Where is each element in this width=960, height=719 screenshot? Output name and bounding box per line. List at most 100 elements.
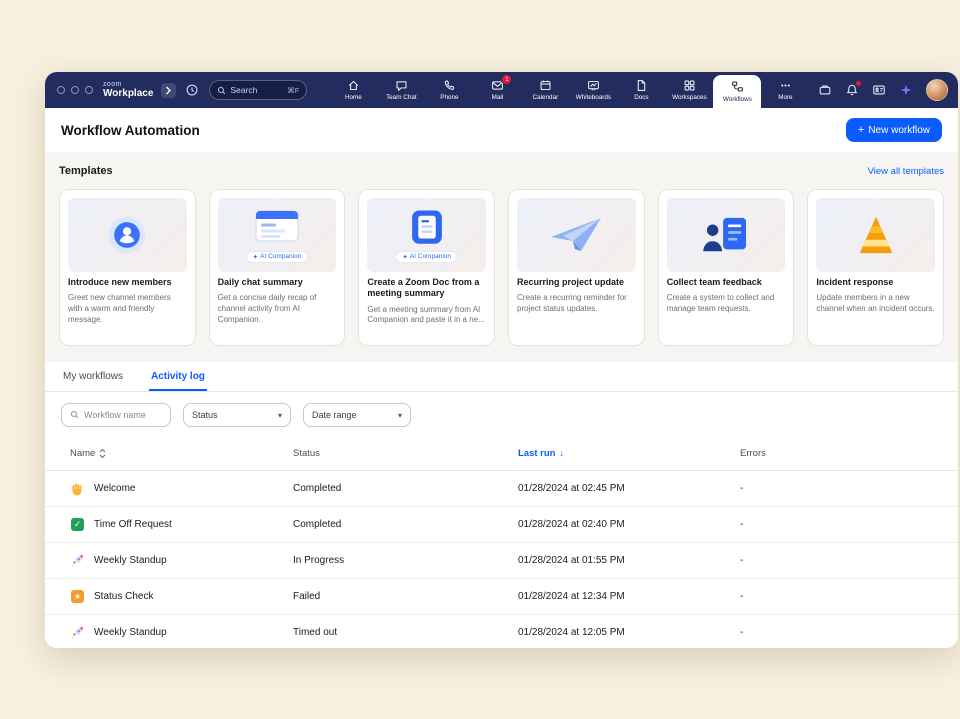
workflow-last-run: 01/28/2024 at 12:34 PM [518,591,740,602]
workflow-errors: - [740,591,942,602]
rocket-icon [70,553,85,568]
template-card-title: Recurring project update [517,277,636,288]
template-card-description: Create a recurring reminder for project … [517,293,636,325]
workflow-name: Time Off Request [94,519,172,530]
nav-label: Workspaces [672,94,707,101]
logo-zoom-text: zoom [103,81,153,89]
search-shortcut: ⌘F [287,86,299,95]
minimize-window-button[interactable] [71,86,79,94]
nav-label: More [778,94,792,101]
workflow-errors: - [740,555,942,566]
star-square-icon [70,589,85,604]
template-card-description: Update members in a new channel when an … [816,293,935,325]
activity-log-table: Name Status Last run Errors Welcome Comp… [45,438,958,649]
table-row-time-off-request[interactable]: Time Off Request Completed 01/28/2024 at… [45,507,958,543]
template-card-title: Introduce new members [68,277,187,288]
nav-item-whiteboards[interactable]: Whiteboards [569,72,617,108]
sidebar-expand-button[interactable] [161,83,176,98]
top-bar: zoom Workplace Search ⌘F Home Team Chat [45,72,958,108]
template-card-title: Incident response [816,277,935,288]
nav-item-phone[interactable]: Phone [425,72,473,108]
chevron-down-icon [278,410,282,420]
workflow-errors: - [740,483,942,494]
template-card-daily-chat-summary[interactable]: AI Companion Daily chat summary Get a co… [209,189,346,346]
briefcase-icon[interactable] [818,83,832,97]
close-window-button[interactable] [57,86,65,94]
templates-section: Templates View all templates Introduce n… [45,152,958,362]
topbar-right-icons [818,72,948,108]
workflow-status: In Progress [293,555,518,566]
workflow-name-search[interactable] [61,403,171,427]
template-card-image [816,198,935,272]
nav-item-workspaces[interactable]: Workspaces [665,72,713,108]
template-card-introduce-members[interactable]: Introduce new members Greet new channel … [59,189,196,346]
ai-companion-label: AI Companion [260,253,301,260]
workflow-name: Status Check [94,591,153,602]
notifications-bell-icon[interactable] [845,83,859,97]
history-button[interactable] [185,83,199,97]
new-workflow-label: New workflow [868,125,930,136]
nav-item-calendar[interactable]: Calendar [521,72,569,108]
nav-item-more[interactable]: More [761,72,809,108]
column-header-errors: Errors [740,448,942,459]
template-card-collect-feedback[interactable]: Collect team feedback Create a system to… [658,189,795,346]
template-card-title: Create a Zoom Doc from a meeting summary [367,277,486,300]
more-icon [779,79,792,92]
workflow-last-run: 01/28/2024 at 02:45 PM [518,483,740,494]
template-card-image [667,198,786,272]
ai-companion-icon[interactable] [899,83,913,97]
workflow-last-run: 01/28/2024 at 01:55 PM [518,555,740,566]
search-placeholder: Search [230,85,257,95]
chat-icon [395,79,408,92]
workflow-name: Weekly Standup [94,627,167,638]
workflow-errors: - [740,627,942,638]
nav-item-workflows[interactable]: Workflows [713,75,761,108]
new-workflow-button[interactable]: New workflow [846,118,942,142]
ai-companion-badge: AI Companion [395,251,458,263]
status-filter-dropdown[interactable]: Status [183,403,291,427]
rocket-icon [70,625,85,640]
column-header-name[interactable]: Name [70,448,293,459]
view-all-templates-link[interactable]: View all templates [868,166,944,177]
user-avatar[interactable] [926,79,948,101]
templates-heading: Templates [59,165,113,177]
nav-item-docs[interactable]: Docs [617,72,665,108]
history-icon [185,83,199,97]
table-row-weekly-standup-2[interactable]: Weekly Standup Timed out 01/28/2024 at 1… [45,615,958,649]
paper-plane-icon [547,214,605,256]
tab-activity-log[interactable]: Activity log [149,362,207,391]
ai-companion-label: AI Companion [410,253,451,260]
nav-label: Team Chat [386,94,416,101]
column-header-last-run[interactable]: Last run [518,448,740,459]
table-row-welcome[interactable]: Welcome Completed 01/28/2024 at 02:45 PM… [45,471,958,507]
template-cards: Introduce new members Greet new channel … [59,189,944,346]
sort-icon [99,448,106,459]
global-search-input[interactable]: Search ⌘F [209,80,307,100]
template-card-incident-response[interactable]: Incident response Update members in a ne… [807,189,944,346]
sparkle-icon [253,253,258,261]
nav-item-home[interactable]: Home [329,72,377,108]
maximize-window-button[interactable] [85,86,93,94]
table-row-status-check[interactable]: Status Check Failed 01/28/2024 at 12:34 … [45,579,958,615]
date-range-filter-dropdown[interactable]: Date range [303,403,411,427]
template-card-image [517,198,636,272]
workflow-name-input[interactable] [84,410,162,420]
template-card-recurring-update[interactable]: Recurring project update Create a recurr… [508,189,645,346]
chevron-down-icon [398,410,402,420]
filters-row: Status Date range [45,392,958,438]
template-card-zoom-doc[interactable]: AI Companion Create a Zoom Doc from a me… [358,189,495,346]
nav-item-mail[interactable]: 1 Mail [473,72,521,108]
notification-dot [856,81,861,86]
phone-icon [443,79,456,92]
table-row-weekly-standup-1[interactable]: Weekly Standup In Progress 01/28/2024 at… [45,543,958,579]
nav-item-team-chat[interactable]: Team Chat [377,72,425,108]
tab-my-workflows[interactable]: My workflows [61,362,125,391]
calendar-icon [539,79,552,92]
zoom-workplace-logo: zoom Workplace [103,72,153,108]
search-icon [217,86,226,95]
contact-card-icon[interactable] [872,83,886,97]
sort-descending-icon [559,448,564,459]
template-card-description: Create a system to collect and manage te… [667,293,786,325]
table-header: Name Status Last run Errors [45,438,958,471]
chevron-right-icon [165,86,172,95]
